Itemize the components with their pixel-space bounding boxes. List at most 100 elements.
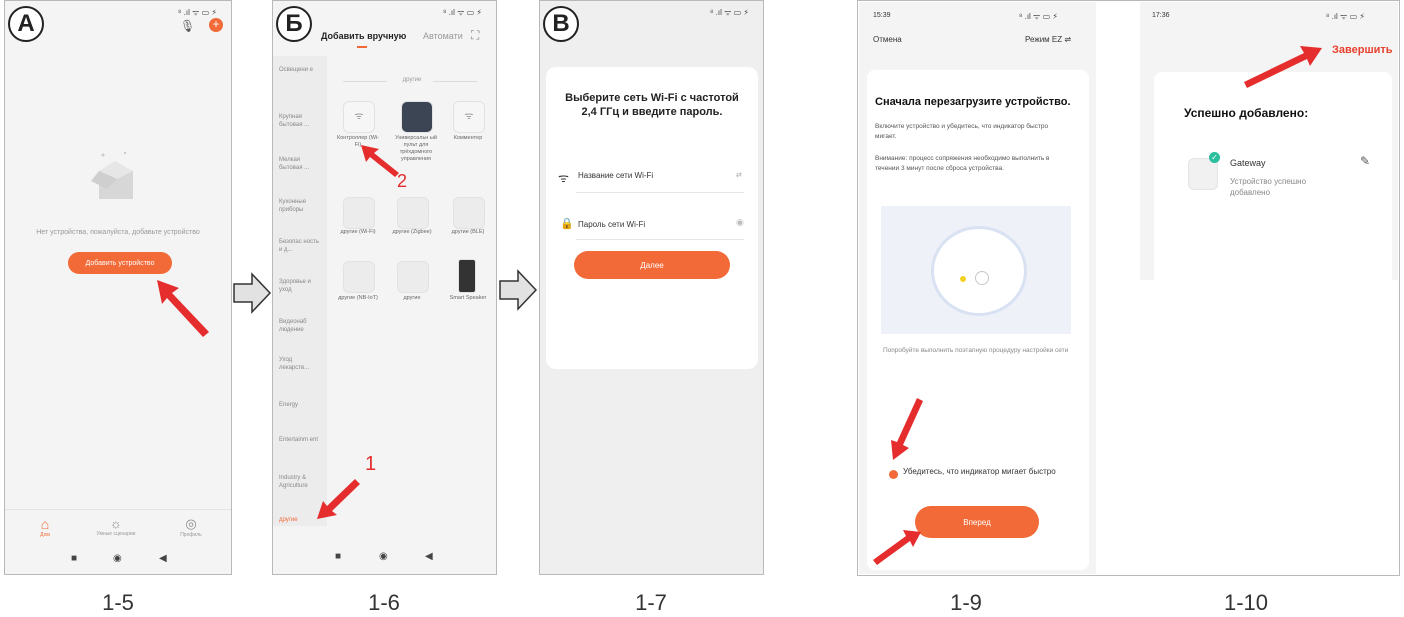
system-nav: ■ ◉ ◀ (5, 553, 231, 571)
tab-home-label: Дом (40, 532, 50, 538)
status-bar: ⁸ .ıl ᯤ ▭ ⚡ (178, 8, 217, 17)
section-title: другие (402, 77, 422, 83)
add-circle-icon[interactable]: + (209, 18, 223, 32)
device-label: Комментер (453, 135, 483, 141)
back-icon[interactable]: ◀ (159, 553, 167, 564)
lock-icon: 🔒 (560, 218, 574, 230)
status-bar: ⁸ .ıl ᯤ ▭ ⚡ (443, 8, 482, 17)
content-card: Сначала перезагрузите устройство. Включи… (867, 70, 1089, 570)
mode-switch[interactable]: Режим EZ ⇌ (1025, 35, 1071, 44)
device-tile[interactable]: ᯤ (343, 101, 375, 133)
home-nav-icon[interactable]: ◉ (113, 553, 122, 564)
wifi-icon: ᯤ (354, 111, 364, 122)
forward-button[interactable]: Вперед (915, 506, 1039, 538)
device-label: Smart Speaker (449, 295, 487, 301)
tab-profile[interactable]: ◎ Профиль (171, 516, 211, 538)
add-device-button[interactable]: Добавить устройство (68, 252, 172, 274)
caption-a: 1-5 (102, 590, 134, 615)
next-button[interactable]: Далее (574, 251, 730, 279)
check-icon: ✓ (1209, 152, 1220, 163)
device-tile[interactable] (397, 261, 429, 293)
pointer-arrow (1244, 46, 1322, 88)
ssid-field[interactable]: Название сети Wi-Fi (578, 171, 718, 180)
screen-d: 15:39 ⁸ .ıl ᯤ ▭ ⚡ Отмена Режим EZ ⇌ Снач… (859, 2, 1096, 574)
password-field[interactable]: Пароль сети Wi-Fi (578, 220, 718, 229)
sidebar-item[interactable]: Уход лекарств... (279, 356, 323, 372)
wifi-icon: ᯤ (558, 171, 569, 185)
device-status: Устройство успешно добавлено (1230, 177, 1307, 197)
wifi-icon: ᯤ (464, 111, 474, 122)
sidebar-item[interactable]: Кухонные приборы (279, 198, 323, 214)
device-tile[interactable] (397, 197, 429, 229)
caption-b: 1-6 (368, 590, 400, 615)
confirm-text: Убедитесь, что индикатор мигает быстро (903, 467, 1056, 476)
microphone-icon[interactable]: 🎙 (180, 19, 195, 33)
badge-a: А (8, 6, 44, 42)
device-label: другие (BLE) (451, 229, 485, 235)
recent-apps-icon[interactable]: ■ (71, 553, 77, 564)
card-heading: Выберите сеть Wi-Fi с частотой 2,4 ГГц и… (565, 92, 739, 118)
flow-arrow-icon (233, 272, 272, 314)
sidebar-item[interactable]: Безопас ность и д... (279, 238, 323, 254)
back-icon[interactable]: ◀ (425, 551, 433, 562)
sidebar-item[interactable]: Здоровье и уход (279, 278, 323, 294)
field-divider (576, 192, 744, 193)
eye-icon[interactable]: ◉ (736, 217, 744, 228)
section-divider (343, 81, 387, 82)
reset-button (975, 271, 989, 285)
cancel-link[interactable]: Отмена (873, 35, 902, 44)
caption-e: 1-10 (1223, 590, 1269, 615)
pointer-arrow (891, 398, 923, 460)
badge-c: В (543, 6, 579, 42)
device-illustration (881, 206, 1071, 334)
tab-bar: ⌂ Дом ☼ Умные сценарии ◎ Профиль (5, 509, 231, 550)
tab-profile-label: Профиль (180, 532, 202, 538)
flow-arrow-icon (499, 269, 538, 311)
sidebar-item[interactable]: Крупная бытовая ... (279, 113, 323, 129)
sidebar-item[interactable]: Видеонаб людение (279, 318, 323, 334)
device-tile[interactable] (401, 101, 433, 133)
scan-icon[interactable]: ⛶ (471, 28, 479, 43)
device-tile[interactable] (458, 259, 476, 293)
home-icon: ⌂ (40, 516, 50, 532)
system-nav: ■ ◉ ◀ (273, 551, 496, 569)
home-nav-icon[interactable]: ◉ (379, 551, 388, 562)
screen-e: 17:36 ⁸ .ıl ᯤ ▭ ⚡ Завершить Успешно доба… (1140, 2, 1398, 280)
device-tile[interactable] (343, 197, 375, 229)
sidebar-item[interactable]: Energy (279, 401, 323, 409)
sidebar-item[interactable]: Мелкая бытовая ... (279, 156, 323, 172)
empty-box-icon (91, 151, 133, 199)
device-tile[interactable] (343, 261, 375, 293)
help-link[interactable]: Попробуйте выполнить поэтапную процедуру… (883, 346, 1073, 356)
finish-link[interactable]: Завершить (1332, 44, 1393, 56)
tab-scenes-label: Умные сценарии (96, 531, 136, 537)
device-label: другие (Zigbee) (392, 229, 432, 235)
tab-manual[interactable]: Добавить вручную (321, 31, 406, 41)
sidebar-item[interactable]: Entertainm ent (279, 436, 323, 444)
tab-home[interactable]: ⌂ Дом (25, 516, 65, 538)
caption-d: 1-9 (950, 590, 982, 615)
device-label: другие (Wi-Fi) (340, 229, 376, 235)
switch-network-icon[interactable]: ⇄ (736, 171, 742, 179)
tab-indicator (357, 46, 367, 48)
profile-icon: ◎ (185, 516, 197, 531)
recent-apps-icon[interactable]: ■ (335, 551, 341, 562)
caption-c: 1-7 (635, 590, 667, 615)
device-tile[interactable]: ᯤ (453, 101, 485, 133)
screen-a: ⁸ .ıl ᯤ ▭ ⚡ 🎙 + Нет устройства, пожалуйс… (4, 0, 232, 575)
device-label: другие (403, 295, 421, 301)
tab-scenes[interactable]: ☼ Умные сценарии (91, 516, 141, 537)
edit-pencil-icon[interactable]: ✎ (1360, 154, 1370, 168)
badge-b: Б (276, 6, 312, 42)
sidebar-item[interactable]: Освещени е (279, 66, 323, 74)
confirm-checkbox[interactable] (889, 470, 898, 479)
card-heading: Сначала перезагрузите устройство. (875, 96, 1071, 108)
device-name: Gateway (1230, 158, 1266, 168)
sun-icon: ☼ (110, 516, 122, 531)
tab-auto[interactable]: Автомати (423, 31, 463, 41)
section-divider (433, 81, 477, 82)
led-indicator (960, 276, 966, 282)
warning-text: Внимание: процесс сопряжения необходимо … (875, 155, 1050, 172)
status-bar: ⁸ .ıl ᯤ ▭ ⚡ (710, 8, 749, 17)
device-tile[interactable] (453, 197, 485, 229)
